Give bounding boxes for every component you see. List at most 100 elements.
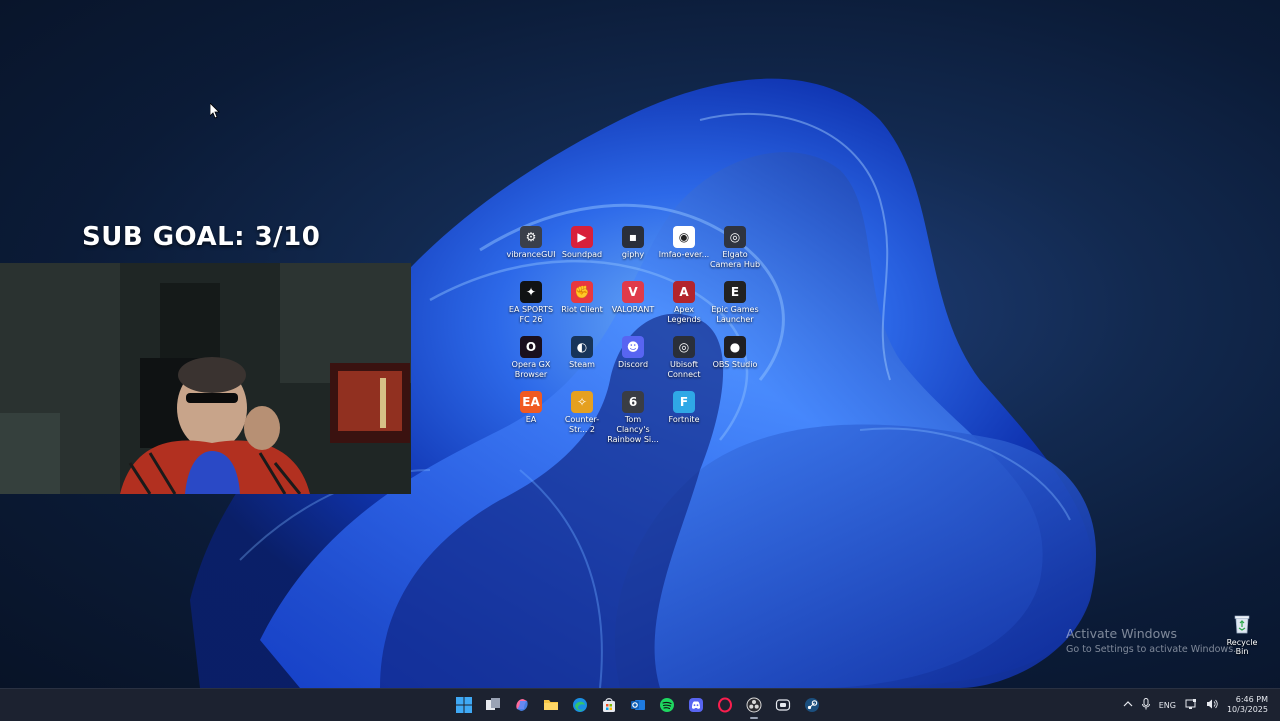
riot-client-icon: ✊ — [571, 281, 593, 303]
spotify-icon — [660, 698, 674, 712]
language-indicator[interactable]: ENG — [1159, 701, 1176, 710]
desktop-icon-label: Discord — [617, 360, 649, 369]
clock-date: 10/3/2025 — [1226, 705, 1268, 714]
desktop-icon-label: lmfao-ever... — [658, 250, 710, 259]
apex-legends-icon: A — [673, 281, 695, 303]
volume-icon[interactable] — [1206, 698, 1218, 712]
taskbar-pinned-apps — [452, 693, 824, 719]
folder-icon — [544, 700, 558, 710]
image-file-icon: ▪ — [622, 226, 644, 248]
store-button[interactable] — [597, 693, 621, 717]
discord-icon — [689, 698, 703, 712]
desktop-icon-label: Epic Games Launcher — [711, 305, 759, 324]
recycle-bin-icon — [1234, 615, 1250, 634]
windows-start-icon — [456, 697, 472, 713]
desktop-icon[interactable]: ◎ Elgato Camera Hub — [709, 226, 761, 276]
steam-button[interactable] — [800, 693, 824, 717]
recycle-bin-label: Recycle Bin — [1226, 638, 1258, 656]
media-icon — [775, 699, 791, 711]
task-view-icon — [486, 698, 500, 710]
ea-icon: EA — [520, 391, 542, 413]
desktop-icon[interactable]: ◉ lmfao-ever... — [658, 226, 710, 276]
activate-title: Activate Windows — [1066, 626, 1177, 641]
show-hidden-icons-chevron-icon[interactable] — [1123, 700, 1133, 710]
desktop-icon-label: EA — [525, 415, 537, 424]
rainbow-six-icon: 6 — [622, 391, 644, 413]
desktop-icon[interactable]: ● OBS Studio — [709, 336, 761, 386]
desktop[interactable]: SUB GOAL: 3/10 ⚙ vibranceGUI ▶ Soundpad ▪ gip… — [0, 0, 1280, 688]
desktop-icon[interactable]: ✊ Riot Client — [556, 281, 608, 331]
desktop-icon-label: Elgato Camera Hub — [709, 250, 761, 269]
desktop-icon[interactable]: EA EA — [505, 391, 557, 441]
steam-icon: ◐ — [571, 336, 593, 358]
desktop-icon[interactable]: ⚙ vibranceGUI — [505, 226, 557, 276]
desktop-icon-label: EA SPORTS FC 26 — [508, 305, 554, 324]
media-button[interactable] — [771, 693, 795, 717]
desktop-icon[interactable]: 6 Tom Clancy's Rainbow Si... — [607, 391, 659, 444]
activate-subtitle: Go to Settings to activate Windows. — [1066, 644, 1237, 655]
store-icon — [603, 698, 615, 712]
desktop-icon[interactable]: ▪ giphy — [607, 226, 659, 276]
valorant-icon: V — [622, 281, 644, 303]
mouse-cursor-icon — [210, 103, 220, 119]
desktop-icon-label: vibranceGUI — [506, 250, 556, 259]
desktop-icon[interactable]: O Opera GX Browser — [505, 336, 557, 386]
ea-fc-icon: ✦ — [520, 281, 542, 303]
copilot-button[interactable] — [510, 693, 534, 717]
desktop-icon[interactable]: ✧ Counter-Str... 2 — [556, 391, 608, 441]
desktop-icon-label: giphy — [621, 250, 645, 259]
desktop-icon-label: Apex Legends — [667, 305, 701, 324]
recycle-bin[interactable]: Recycle Bin — [1220, 614, 1264, 656]
desktop-icon[interactable]: ☻ Discord — [607, 336, 659, 386]
fortnite-icon: F — [673, 391, 695, 413]
start-button[interactable] — [452, 693, 476, 717]
camera-hub-icon: ◎ — [724, 226, 746, 248]
obs-icon: ● — [724, 336, 746, 358]
desktop-icon[interactable]: ◐ Steam — [556, 336, 608, 386]
soundpad-icon: ▶ — [571, 226, 593, 248]
desktop-icon-label: OBS Studio — [712, 360, 758, 369]
desktop-icon[interactable]: V VALORANT — [607, 281, 659, 331]
microphone-icon[interactable] — [1141, 698, 1150, 712]
outlook-button[interactable] — [626, 693, 650, 717]
network-icon[interactable] — [1185, 698, 1197, 712]
document-icon: ◉ — [673, 226, 695, 248]
ubisoft-icon: ◎ — [673, 336, 695, 358]
desktop-icon-label: Fortnite — [668, 415, 700, 424]
outlook-icon — [631, 700, 645, 710]
desktop-icon[interactable]: F Fortnite — [658, 391, 710, 441]
steam-icon — [805, 698, 819, 712]
desktop-icon-label: Soundpad — [561, 250, 603, 259]
opera-gx-button[interactable] — [713, 693, 737, 717]
spotify-button[interactable] — [655, 693, 679, 717]
desktop-icon-label: Ubisoft Connect — [667, 360, 701, 379]
desktop-icon[interactable]: ◎ Ubisoft Connect — [658, 336, 710, 386]
activate-windows-watermark: Activate Windows Go to Settings to activ… — [1066, 626, 1236, 655]
edge-icon — [573, 698, 587, 712]
sub-goal-overlay: SUB GOAL: 3/10 — [82, 222, 321, 252]
counter-strike-icon: ✧ — [571, 391, 593, 413]
desktop-icon-label: Riot Client — [561, 305, 603, 314]
desktop-icon[interactable]: ▶ Soundpad — [556, 226, 608, 276]
obs-icon — [746, 697, 762, 713]
desktop-icon-label: Opera GX Browser — [511, 360, 551, 379]
opera-gx-icon — [718, 697, 732, 713]
obs-button[interactable] — [742, 693, 766, 719]
system-tray: ENG 6:46 PM 10/3/2025 — [1123, 689, 1268, 721]
desktop-icon-label: VALORANT — [611, 305, 655, 314]
taskbar: ENG 6:46 PM 10/3/2025 — [0, 688, 1280, 721]
task-view-button[interactable] — [481, 693, 505, 717]
desktop-icon-label: Tom Clancy's Rainbow Si... — [607, 415, 659, 444]
file-explorer-button[interactable] — [539, 693, 563, 717]
edge-button[interactable] — [568, 693, 592, 717]
webcam-overlay — [0, 263, 411, 494]
desktop-icon[interactable]: E Epic Games Launcher — [709, 281, 761, 331]
taskbar-clock[interactable]: 6:46 PM 10/3/2025 — [1227, 695, 1268, 715]
webcam-scene — [0, 263, 411, 494]
discord-button[interactable] — [684, 693, 708, 717]
desktop-icon[interactable]: A Apex Legends — [658, 281, 710, 331]
copilot-icon — [516, 699, 528, 711]
desktop-icon-label: Counter-Str... 2 — [564, 415, 600, 434]
desktop-icon-label: Steam — [569, 360, 595, 369]
desktop-icon[interactable]: ✦ EA SPORTS FC 26 — [505, 281, 557, 331]
